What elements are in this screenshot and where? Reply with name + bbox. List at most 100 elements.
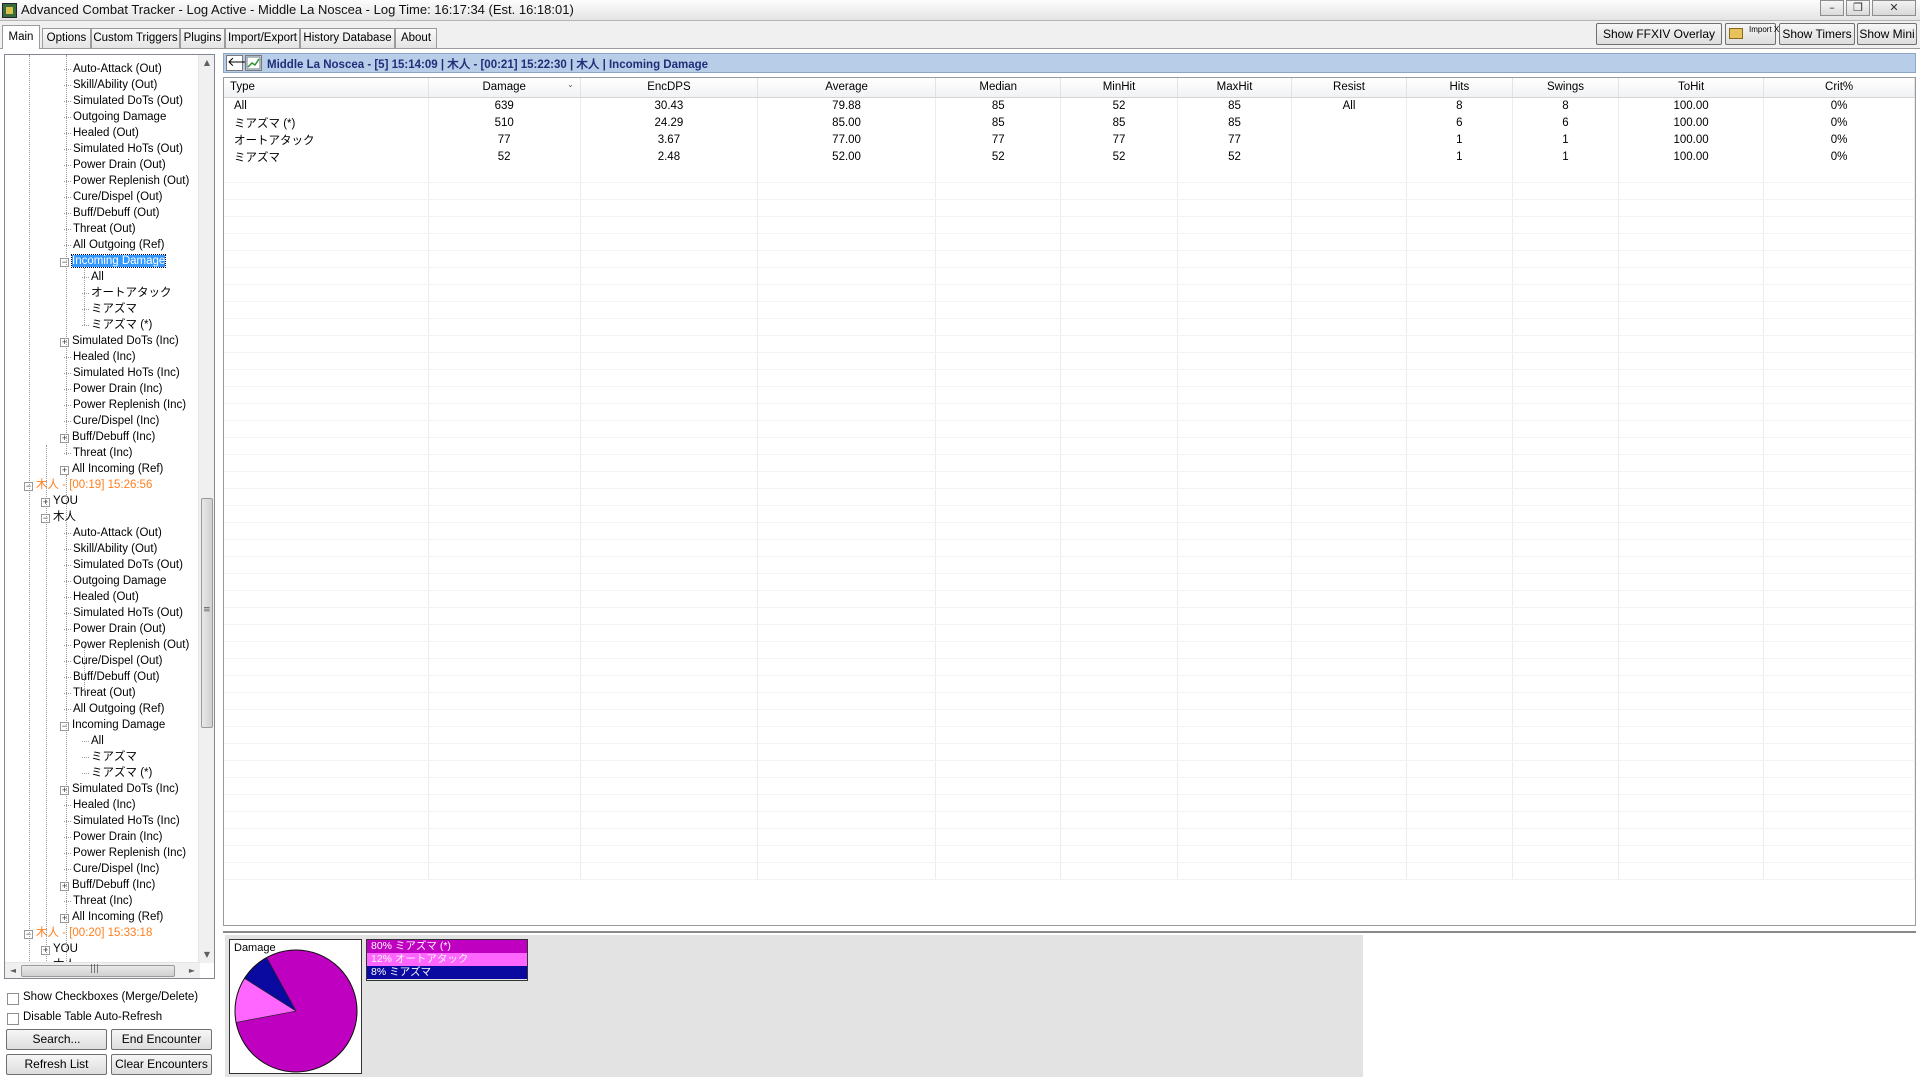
scroll-down-icon[interactable]: ▼ — [199, 947, 214, 963]
tree-node[interactable]: Buff/Debuff (Out) — [73, 670, 160, 684]
column-header[interactable]: Median — [935, 78, 1062, 98]
tree-node[interactable]: All — [91, 270, 104, 284]
scroll-up-icon[interactable]: ▲ — [199, 55, 214, 71]
tree-node[interactable]: Power Drain (Out) — [73, 622, 166, 636]
restore-button[interactable]: ❐ — [1846, 0, 1870, 16]
graph-icon[interactable] — [245, 55, 262, 71]
tree-node[interactable]: Skill/Ability (Out) — [73, 78, 157, 92]
tree-horizontal-scrollbar[interactable]: ◄ ||| ► — [5, 962, 200, 978]
column-header[interactable]: Average — [757, 78, 937, 98]
tree-node[interactable]: Threat (Inc) — [73, 446, 132, 460]
search-button[interactable]: Search... — [6, 1029, 107, 1050]
tree-node[interactable]: Power Replenish (Out) — [73, 174, 189, 188]
tree-node[interactable]: Skill/Ability (Out) — [73, 542, 157, 556]
tree-node[interactable]: Power Drain (Out) — [73, 158, 166, 172]
tree-node[interactable]: Threat (Out) — [73, 222, 136, 236]
tree-node[interactable]: Cure/Dispel (Inc) — [73, 862, 159, 876]
tab-plugins[interactable]: Plugins — [180, 28, 225, 48]
tree-node[interactable]: Buff/Debuff (Out) — [73, 206, 160, 220]
tree-node[interactable]: Power Drain (Inc) — [73, 382, 162, 396]
end-encounter-button[interactable]: End Encounter — [111, 1029, 212, 1050]
scroll-left-icon[interactable]: ◄ — [5, 963, 21, 978]
tree-node[interactable]: Simulated HoTs (Inc) — [73, 814, 180, 828]
disable-refresh-checkbox[interactable] — [7, 1013, 19, 1025]
tab-main[interactable]: Main — [2, 25, 40, 49]
tree-node[interactable]: All — [91, 734, 104, 748]
tree-node[interactable]: − Incoming Damage — [60, 254, 167, 268]
expand-icon[interactable]: + — [60, 338, 69, 347]
tree-node[interactable]: Power Replenish (Inc) — [73, 846, 186, 860]
tree-node[interactable]: Auto-Attack (Out) — [73, 526, 162, 540]
column-header[interactable]: Hits — [1406, 78, 1513, 98]
column-header[interactable]: ToHit — [1618, 78, 1765, 98]
tree-hscroll-thumb[interactable]: ||| — [21, 964, 175, 977]
expand-icon[interactable]: + — [60, 914, 69, 923]
tab-history-database[interactable]: History Database — [300, 28, 395, 48]
tree-node[interactable]: All Outgoing (Ref) — [73, 702, 164, 716]
tree-node[interactable]: + Simulated DoTs (Inc) — [60, 334, 179, 348]
tree-node[interactable]: Power Replenish (Inc) — [73, 398, 186, 412]
table-row[interactable]: All 639 30.43 79.88 85 52 85 All 8 8 100.00 0% — [224, 97, 1915, 114]
tree-node[interactable]: Healed (Out) — [73, 126, 139, 140]
tree-node[interactable]: ミアズマ — [91, 750, 137, 764]
refresh-list-button[interactable]: Refresh List — [6, 1054, 107, 1075]
tree-node[interactable]: Simulated HoTs (Out) — [73, 606, 183, 620]
tree-node[interactable]: Power Drain (Inc) — [73, 830, 162, 844]
tree-node[interactable]: Auto-Attack (Out) — [73, 62, 162, 76]
expand-icon[interactable]: + — [60, 434, 69, 443]
clear-encounters-button[interactable]: Clear Encounters — [111, 1054, 212, 1075]
close-button[interactable]: ✕ — [1872, 0, 1916, 16]
back-arrow-icon[interactable]: 🡐 — [226, 55, 262, 71]
column-header[interactable]: EncDPS — [580, 78, 759, 98]
import-xml-button[interactable]: Import XML — [1725, 23, 1790, 45]
tree-node[interactable]: Outgoing Damage — [73, 574, 166, 588]
tree-node[interactable]: ミアズマ — [91, 302, 137, 316]
tab-import-export[interactable]: Import/Export — [225, 28, 300, 48]
column-header[interactable]: MaxHit — [1177, 78, 1293, 98]
expand-icon[interactable]: + — [60, 882, 69, 891]
tree-node[interactable]: + Simulated DoTs (Inc) — [60, 782, 179, 796]
expand-icon[interactable]: + — [60, 786, 69, 795]
collapse-icon[interactable]: − — [60, 258, 69, 267]
expand-icon[interactable]: + — [60, 466, 69, 475]
column-header[interactable]: Type — [224, 78, 429, 98]
tree-node[interactable]: Healed (Out) — [73, 590, 139, 604]
column-header[interactable]: ⌄ Damage — [428, 78, 581, 98]
tree-node[interactable]: Cure/Dispel (Inc) — [73, 414, 159, 428]
tree-node[interactable]: Cure/Dispel (Out) — [73, 190, 162, 204]
scroll-right-icon[interactable]: ► — [184, 963, 200, 978]
tab-custom-triggers[interactable]: Custom Triggers — [91, 28, 180, 48]
tab-options[interactable]: Options — [42, 28, 91, 48]
tree-node[interactable]: オートアタック — [91, 286, 172, 300]
tab-about[interactable]: About — [395, 28, 437, 48]
tree-node[interactable]: + Buff/Debuff (Inc) — [60, 878, 155, 892]
tree-node[interactable]: − Incoming Damage — [60, 718, 165, 732]
tree-node[interactable]: Simulated DoTs (Out) — [73, 558, 183, 572]
tree-node[interactable]: + All Incoming (Ref) — [60, 910, 163, 924]
tree-node[interactable]: Healed (Inc) — [73, 798, 136, 812]
tree-node[interactable]: ミアズマ (*) — [91, 766, 152, 780]
tree-node[interactable]: All Outgoing (Ref) — [73, 238, 164, 252]
column-header[interactable]: Swings — [1512, 78, 1619, 98]
show-timers-button[interactable]: Show Timers — [1779, 23, 1855, 45]
column-header[interactable]: MinHit — [1060, 78, 1178, 98]
show-checkboxes-checkbox[interactable] — [7, 993, 19, 1005]
tree-node[interactable]: Simulated DoTs (Out) — [73, 94, 183, 108]
tree-node[interactable]: + All Incoming (Ref) — [60, 462, 163, 476]
show-mini-button[interactable]: Show Mini — [1857, 23, 1917, 45]
collapse-icon[interactable]: − — [60, 722, 69, 731]
tree-node[interactable]: Cure/Dispel (Out) — [73, 654, 162, 668]
tree-node[interactable]: ミアズマ (*) — [91, 318, 152, 332]
tree-node[interactable]: Outgoing Damage — [73, 110, 166, 124]
column-header[interactable]: Crit% — [1763, 78, 1915, 98]
tree-node[interactable]: Threat (Out) — [73, 686, 136, 700]
column-header[interactable]: Resist — [1291, 78, 1407, 98]
tree-vertical-scrollbar[interactable]: ▲ ≡ ▼ — [198, 55, 214, 963]
tree-node[interactable]: + Buff/Debuff (Inc) — [60, 430, 155, 444]
tree-node[interactable]: Power Replenish (Out) — [73, 638, 189, 652]
table-row[interactable]: オートアタック 77 3.67 77.00 77 77 77 1 1 100.00 0% — [224, 131, 1915, 148]
tree-node[interactable]: Threat (Inc) — [73, 894, 132, 908]
tree-node[interactable]: Healed (Inc) — [73, 350, 136, 364]
tree-scroll-thumb[interactable]: ≡ — [201, 498, 213, 728]
tree-node[interactable]: − 木人 - [00:19] 15:26:56 — [24, 478, 152, 492]
